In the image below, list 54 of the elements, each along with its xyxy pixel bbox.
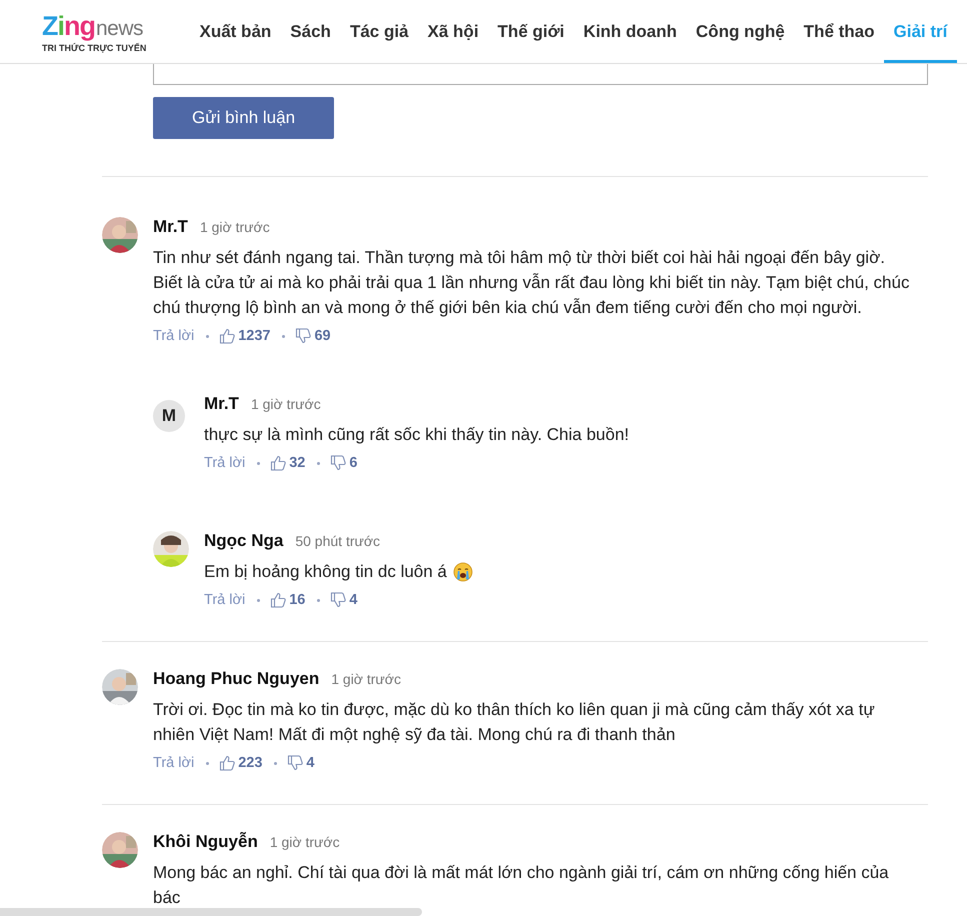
separator-dot [274, 762, 278, 764]
separator-dot [257, 462, 260, 464]
separator-dot [206, 334, 210, 338]
like-count: 223 [238, 755, 262, 771]
comment-text: Mong bác an nghỉ. Chí tài qua đời là mất mát lớn cho ngành giải trí, cám ơn những cống hiến của bác [153, 862, 890, 909]
thumbs-down-icon[interactable] [330, 455, 346, 471]
author-name[interactable]: Mr.T [153, 217, 188, 237]
comment-time: 50 phút trước [295, 533, 380, 549]
nav-tab[interactable]: Sách [280, 0, 340, 63]
comment-time: 1 giờ trước [331, 671, 401, 687]
nav-tab[interactable]: Xuất bản [190, 0, 281, 63]
dislike-count: 6 [349, 455, 358, 471]
scrollbar-thumb[interactable] [0, 908, 422, 916]
nav-tab[interactable]: Thể thao [794, 0, 884, 63]
logo-suffix: news [96, 16, 144, 40]
comment-time: 1 giờ trước [250, 396, 321, 412]
dislike-count: 69 [314, 328, 331, 344]
comment-text: Tin như sét đánh ngang tai. Thần tượng mà tôi hâm mộ từ thời biết coi hài hải ngoại đến bây giờ. Biết là cửa tử ai mà ko phải trải qua 1 lần nhưng vẫn rất đau lòng khi biết tin này. Tạm biệt chú, chúc chú thượng lộ bình an và mong ở thế giới bên kia chú vẫn đem tiếng cười đến cho mọi người. [153, 247, 910, 319]
nav-tab[interactable]: Xã hội [418, 0, 488, 63]
like-count: 1237 [238, 328, 270, 344]
nav-tab[interactable]: Tác giả [340, 0, 418, 63]
author-name[interactable]: Mr.T [204, 394, 239, 414]
avatar-initial: M [153, 400, 185, 432]
author-name[interactable]: Khôi Nguyễn [153, 832, 258, 852]
logo-tagline: TRI THỨC TRỰC TUYẾN [42, 42, 148, 52]
separator-dot [257, 598, 260, 602]
thumbs-down-icon[interactable] [287, 755, 304, 771]
nav-tab[interactable]: Công nghệ [686, 0, 794, 63]
comment-text: Em bị hoảng không tin dc luôn á [204, 561, 447, 583]
separator-dot [282, 334, 286, 338]
thumbs-up-icon[interactable] [219, 755, 236, 771]
submit-button[interactable]: Gửi bình luận [153, 97, 334, 139]
comment-text: Trời ơi. Đọc tin mà ko tin được, mặc dù ko thân thích ko liên quan ji mà cũng cảm thấy xót xa tự nhiên Việt Nam! Mất đi một nghệ sỹ đa tài. Mong chú ra đi thanh thản [153, 699, 876, 746]
thumbs-up-icon[interactable] [270, 592, 286, 608]
thumbs-up-icon[interactable] [219, 328, 236, 344]
comment-text: thực sự là mình cũng rất sốc khi thấy tin này. Chia buồn! [204, 424, 629, 446]
crying-emoji-icon [452, 562, 473, 582]
dislike-count: 4 [306, 755, 314, 771]
thumbs-down-icon[interactable] [295, 328, 312, 344]
thumbs-up-icon[interactable] [270, 455, 286, 471]
comment-time: 1 giờ trước [270, 834, 340, 850]
separator-dot [206, 762, 210, 764]
separator-dot [317, 462, 320, 464]
thumbs-down-icon[interactable] [330, 592, 346, 608]
dislike-count: 4 [349, 592, 358, 608]
separator-dot [317, 598, 320, 602]
author-name[interactable]: Hoang Phuc Nguyen [153, 669, 320, 689]
comment-field[interactable] [153, 64, 928, 85]
nav-tab[interactable]: Kinh doanh [574, 0, 686, 63]
like-count: 16 [289, 592, 306, 608]
author-name[interactable]: Ngọc Nga [204, 531, 284, 551]
nav-tab[interactable]: Thế giới [488, 0, 574, 63]
comment-time: 1 giờ trước [200, 219, 270, 235]
like-count: 32 [289, 455, 306, 471]
